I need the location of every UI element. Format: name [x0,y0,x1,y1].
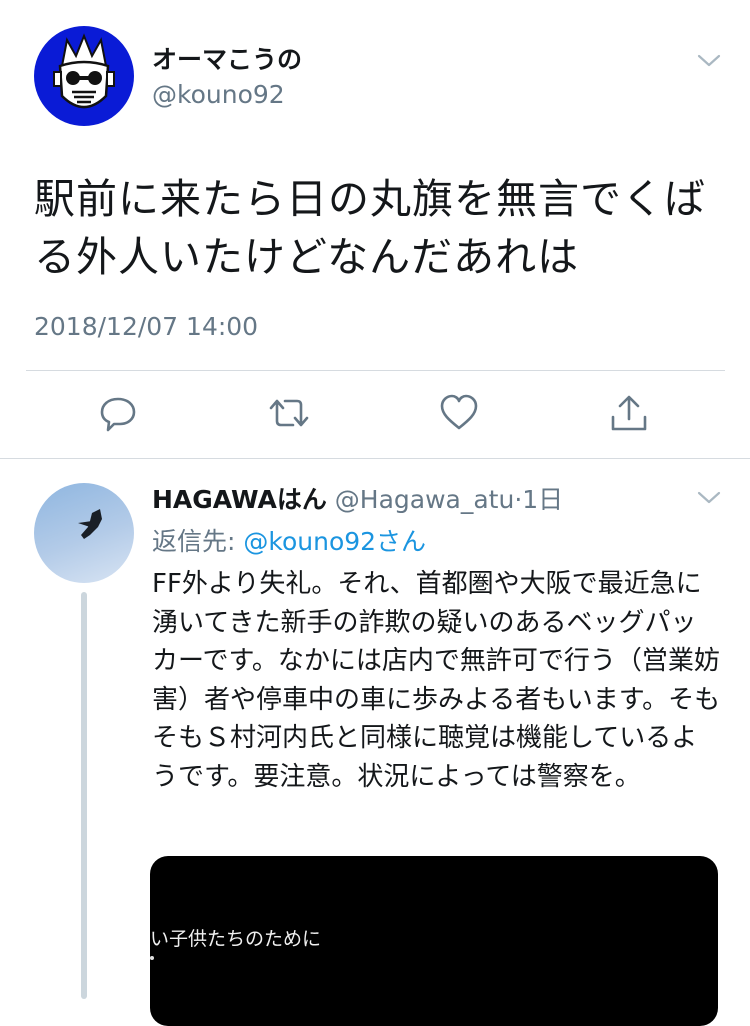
chevron-down-icon[interactable] [696,487,722,507]
chevron-down-icon[interactable] [696,50,722,70]
reply-to-user-link[interactable]: @kouno92さん [243,527,426,556]
bird-icon [78,509,102,539]
reply-avatar[interactable] [34,483,134,583]
like-icon[interactable] [439,393,479,433]
reply-text: FF外より失礼。それ、首都圏や大阪で最近急に湧いてきた新手の詐欺の疑いのあるベッ… [152,569,721,792]
tweet-text: 駅前に来たら日の丸旗を無言でくばる外人いたけどなんだあれは [34,175,706,281]
media-dot [150,956,154,960]
share-icon[interactable] [609,393,649,433]
reply-display-name[interactable]: HAGAWAはん [152,485,327,514]
reply-to-line: 返信先: @kouno92さん [152,522,426,558]
reply-header: HAGAWAはん @Hagawa_atu·1日 [152,480,563,516]
reply-to-label: 返信先: [152,527,244,556]
divider [0,458,750,459]
reply-media[interactable]: い子供たちのために [150,856,718,1026]
author-display-name[interactable]: オーマこうの [152,40,302,76]
divider [26,370,725,371]
reply-handle[interactable]: @Hagawa_atu [335,485,515,514]
reply-time[interactable]: 1日 [522,485,563,514]
thread-line [81,592,87,999]
avatar-mask-icon [53,33,115,109]
author-avatar[interactable] [34,26,134,126]
author-handle[interactable]: @kouno92 [152,80,285,109]
media-caption: い子供たちのために [150,928,322,950]
reply-icon[interactable] [98,393,138,433]
retweet-icon[interactable] [269,393,309,433]
tweet-timestamp[interactable]: 2018/12/07 14:00 [34,312,258,341]
